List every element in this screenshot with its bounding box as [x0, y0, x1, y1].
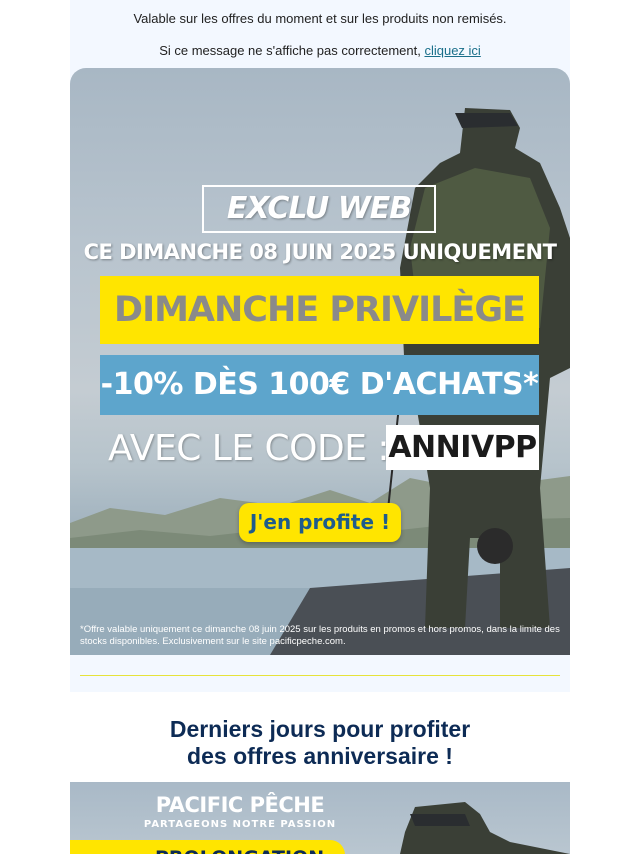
exclusive-web-badge: EXCLU WEB	[202, 185, 436, 233]
preheader-view-online-text: Si ce message ne s'affiche pas correctem…	[159, 43, 425, 58]
promo-title: DIMANCHE PRIVILÈGE	[100, 276, 539, 344]
section-divider	[80, 675, 560, 676]
offer-disclaimer: *Offre valable uniquement ce dimanche 08…	[80, 624, 560, 647]
promo-code-label: AVEC LE CODE :	[108, 428, 390, 469]
angler-silhouette-2	[400, 802, 570, 854]
fishing-reel	[477, 528, 513, 564]
anniversary-banner[interactable]: PACIFIC PÊCHE PARTAGEONS NOTRE PASSION P…	[70, 782, 570, 854]
preheader-notice: Valable sur les offres du moment et sur …	[133, 11, 507, 26]
prolongation-ribbon: PROLONGATION	[70, 840, 345, 854]
section-heading-line1: Derniers jours pour profiter	[169, 716, 471, 742]
email-page: Valable sur les offres du moment et sur …	[0, 0, 640, 854]
brand-logo: PACIFIC PÊCHE	[155, 793, 325, 817]
discount-offer: -10% DÈS 100€ D'ACHATS*	[100, 355, 539, 415]
section-heading: Derniers jours pour profiter des offres …	[0, 716, 640, 770]
cta-button[interactable]: J'en profite !	[239, 503, 401, 542]
preheader-view-online: Si ce message ne s'affiche pas correctem…	[0, 43, 640, 58]
promo-date-line: CE DIMANCHE 08 JUIN 2025 UNIQUEMENT	[83, 240, 557, 264]
angler-cap-2	[410, 814, 470, 826]
section-heading-line2: des offres anniversaire !	[187, 743, 453, 769]
angler-cap	[455, 113, 518, 128]
promo-code: ANNIVPP	[386, 425, 539, 470]
brand-tagline: PARTAGEONS NOTRE PASSION	[143, 819, 337, 830]
view-in-browser-link[interactable]: cliquez ici	[424, 43, 480, 58]
hero-banner[interactable]: EXCLU WEB CE DIMANCHE 08 JUIN 2025 UNIQU…	[70, 68, 570, 655]
